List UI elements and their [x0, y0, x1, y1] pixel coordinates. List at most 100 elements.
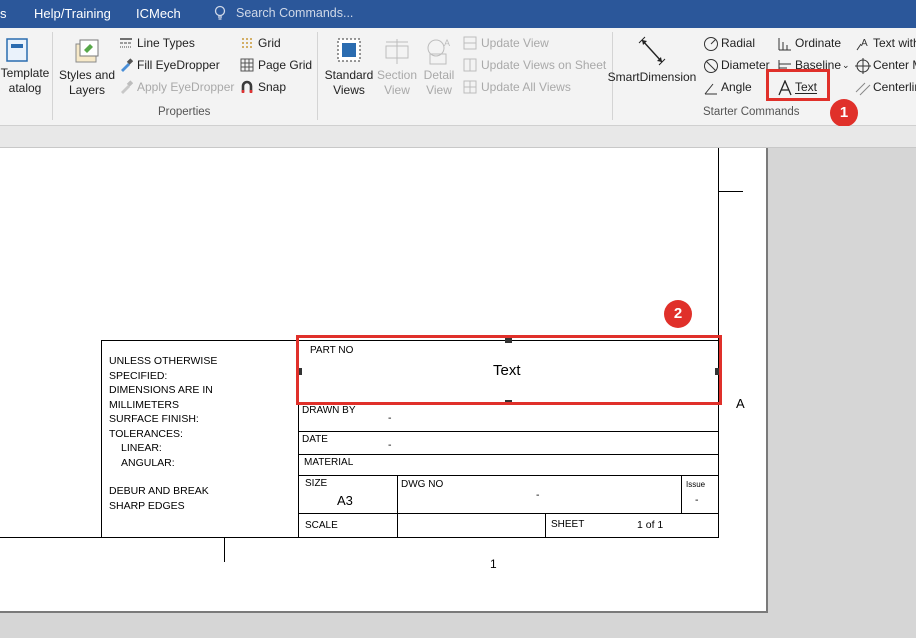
drawn-by-label: DRAWN BY [302, 405, 356, 416]
dwg-no-value: - [536, 489, 540, 501]
col-line [545, 513, 546, 538]
angle-button[interactable]: Angle [703, 78, 763, 96]
title-block-left [101, 340, 102, 538]
section-view-button[interactable]: Section View [375, 36, 419, 98]
styles-and-layers-button[interactable]: Styles and Layers [56, 36, 118, 98]
menu-item-icmech[interactable]: ICMech [136, 6, 181, 21]
grid-icon [242, 38, 252, 48]
frame-line-bottom [0, 537, 719, 538]
ordinate-button[interactable]: Ordinate [777, 34, 849, 52]
centerline-icon [855, 82, 871, 96]
menu-item-truncated[interactable]: s [0, 6, 7, 21]
size-value: A3 [337, 493, 353, 508]
svg-text:A: A [861, 38, 868, 49]
eyedropper-icon [121, 58, 133, 72]
step1-badge: 1 [830, 99, 858, 127]
page-grid-icon [240, 58, 254, 72]
center-mark-icon [855, 58, 871, 74]
zone-tick [718, 191, 743, 192]
detail-view-button[interactable]: A Detail View [419, 36, 459, 98]
note-line: SPECIFIED: [109, 370, 168, 382]
radial-button[interactable]: Radial [703, 34, 768, 52]
apply-eyedropper-icon [121, 80, 133, 94]
note-line: DEBUR AND BREAK [109, 485, 209, 497]
line-types-label: Line Types [137, 36, 195, 50]
text-with-leader-button[interactable]: A Text with [855, 34, 916, 52]
page-grid-button[interactable]: Page Grid [240, 56, 316, 74]
issue-label: Issue [686, 480, 706, 489]
step2-highlight [296, 335, 722, 405]
template-catalog-label-2: atalog [8, 81, 42, 95]
col-line [397, 475, 398, 538]
diameter-icon [704, 59, 718, 73]
row-line [298, 454, 719, 455]
section-view-label-1: Section [376, 68, 418, 82]
ribbon-separator [317, 32, 318, 120]
grid-button[interactable]: Grid [240, 34, 310, 52]
note-line: ANGULAR: [121, 457, 175, 469]
chevron-down-icon: ⌄ [842, 60, 850, 70]
update-all-views-label: Update All Views [481, 80, 571, 94]
center-mark-label: Center M [873, 58, 916, 72]
styles-layers-icon [75, 39, 99, 63]
step1-highlight [766, 69, 830, 101]
starter-commands-group-label: Starter Commands [703, 106, 800, 118]
date-label: DATE [302, 434, 328, 445]
section-view-icon [385, 39, 409, 64]
zone-tick-bottom [224, 538, 225, 562]
smart-dimension-button[interactable]: SmartDimension [604, 34, 700, 85]
fill-eyedropper-button[interactable]: Fill EyeDropper [119, 56, 229, 74]
centerline-button[interactable]: Centerlin [855, 78, 916, 96]
apply-eyedropper-label: Apply EyeDropper [137, 80, 235, 94]
centerline-label: Centerlin [873, 80, 916, 94]
update-views-on-sheet-label: Update Views on Sheet [481, 58, 607, 72]
template-catalog-label-1: Template [0, 66, 50, 80]
grid-label: Grid [258, 36, 281, 50]
menu-bar: s Help/Training ICMech Search Commands..… [0, 0, 916, 28]
menu-item-help-training[interactable]: Help/Training [34, 6, 111, 21]
section-view-label-2: View [384, 83, 410, 97]
properties-group-label: Properties [158, 106, 211, 118]
line-types-icon [120, 38, 132, 48]
radial-label: Radial [721, 36, 756, 50]
ribbon: Template atalog Styles and Layers Line T… [0, 28, 916, 127]
sheet-value: 1 of 1 [637, 519, 664, 531]
search-commands-input[interactable]: Search Commands... [236, 6, 353, 20]
standard-views-button[interactable]: Standard Views [323, 36, 375, 98]
sheet-label: SHEET [551, 519, 585, 530]
update-views-on-sheet-button[interactable]: Update Views on Sheet [463, 56, 608, 74]
center-mark-button[interactable]: Center M [855, 56, 916, 74]
material-label: MATERIAL [304, 457, 354, 468]
row-line [298, 513, 719, 514]
svg-text:A: A [444, 38, 450, 48]
lightbulb-icon [214, 5, 226, 20]
line-types-button[interactable]: Line Types [119, 34, 229, 52]
update-view-label: Update View [481, 36, 549, 50]
zone-letter: A [736, 396, 745, 411]
note-line: UNLESS OTHERWISE [109, 355, 218, 367]
magnet-icon [241, 80, 253, 93]
snap-button[interactable]: Snap [240, 78, 300, 96]
update-all-views-icon [463, 80, 477, 94]
angle-icon [704, 83, 717, 95]
note-line: SHARP EDGES [109, 500, 185, 512]
page-grid-label: Page Grid [258, 58, 313, 72]
standard-views-icon [337, 38, 361, 62]
diameter-button[interactable]: Diameter [703, 56, 773, 74]
dwg-no-label: DWG NO [401, 479, 444, 490]
update-view-icon [463, 36, 477, 50]
zone-number: 1 [490, 557, 497, 571]
template-catalog-button[interactable]: Template atalog [0, 36, 50, 96]
scale-label: SCALE [305, 520, 338, 531]
note-line: LINEAR: [121, 442, 162, 454]
detail-view-icon: A [427, 38, 450, 65]
update-all-views-button[interactable]: Update All Views [463, 78, 583, 96]
ribbon-separator [52, 32, 53, 120]
ordinate-label: Ordinate [795, 36, 842, 50]
update-view-button[interactable]: Update View [463, 34, 563, 52]
text-with-label: Text with [873, 36, 916, 50]
angle-label: Angle [721, 80, 752, 94]
drawing-sheet[interactable]: UNLESS OTHERWISE SPECIFIED: DIMENSIONS A… [0, 148, 768, 613]
apply-eyedropper-button[interactable]: Apply EyeDropper [119, 78, 239, 96]
diameter-label: Diameter [721, 58, 770, 72]
